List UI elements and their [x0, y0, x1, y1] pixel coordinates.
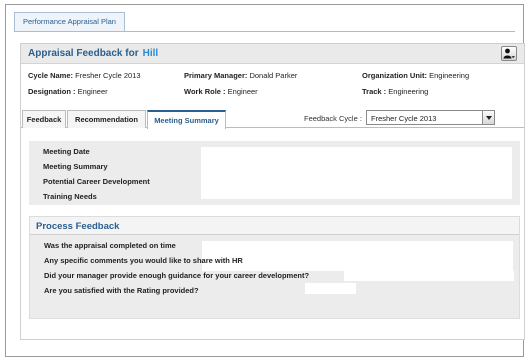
question-manager-guidance: Did your manager provide enough guidance… — [44, 271, 310, 280]
page-title: Appraisal Feedback for Hill — [28, 48, 158, 59]
tab-performance-appraisal-plan[interactable]: Performance Appraisal Plan — [14, 12, 125, 31]
process-answer-area-1[interactable] — [202, 241, 513, 271]
appraisal-panel: Appraisal Feedback for Hill Cycle Name: F… — [20, 43, 525, 340]
process-feedback-title: Process Feedback — [36, 221, 120, 232]
training-needs-label: Training Needs — [43, 192, 97, 201]
primary-manager-info: Primary Manager: Donald Parker — [184, 71, 298, 80]
tab-feedback[interactable]: Feedback — [22, 110, 66, 128]
user-menu-icon — [503, 48, 515, 59]
process-feedback-header: Process Feedback — [30, 217, 519, 235]
chevron-down-icon[interactable] — [482, 111, 494, 124]
meeting-date-label: Meeting Date — [43, 147, 90, 156]
question-rating-satisfaction: Are you satisfied with the Rating provid… — [44, 286, 199, 295]
panel-title-bar: Appraisal Feedback for Hill — [21, 44, 524, 64]
process-feedback-section: Process Feedback Was the appraisal compl… — [29, 216, 520, 319]
feedback-tabbar: Feedback Recommendation Meeting Summary … — [21, 108, 524, 129]
user-menu-button[interactable] — [501, 46, 517, 61]
meeting-summary-input-area[interactable] — [201, 147, 512, 199]
designation-info: Designation : Engineer — [28, 87, 108, 96]
feedback-cycle-label: Feedback Cycle : — [304, 114, 362, 123]
tab-meeting-summary[interactable]: Meeting Summary — [147, 110, 226, 129]
cycle-name-info: Cycle Name: Fresher Cycle 2013 — [28, 71, 141, 80]
question-appraisal-on-time: Was the appraisal completed on time — [44, 241, 176, 250]
process-answer-area-3[interactable] — [305, 283, 356, 294]
feedback-cycle-select[interactable]: Fresher Cycle 2013 — [366, 110, 495, 125]
question-comments-for-hr: Any specific comments you would like to … — [44, 256, 243, 265]
organization-unit-info: Organization Unit: Engineering — [362, 71, 470, 80]
feedback-cycle-value: Fresher Cycle 2013 — [371, 114, 437, 123]
meeting-summary-section: Meeting Date Meeting Summary Potential C… — [29, 141, 520, 205]
work-role-info: Work Role : Engineer — [184, 87, 258, 96]
career-development-label: Potential Career Development — [43, 177, 150, 186]
tab-recommendation[interactable]: Recommendation — [67, 110, 146, 128]
meeting-summary-label: Meeting Summary — [43, 162, 108, 171]
process-answer-area-2[interactable] — [344, 271, 514, 281]
tab-strip-divider — [14, 31, 515, 32]
employee-name: Hill — [142, 48, 159, 59]
track-info: Track : Engineering — [362, 87, 429, 96]
title-prefix: Appraisal Feedback for — [28, 48, 139, 59]
